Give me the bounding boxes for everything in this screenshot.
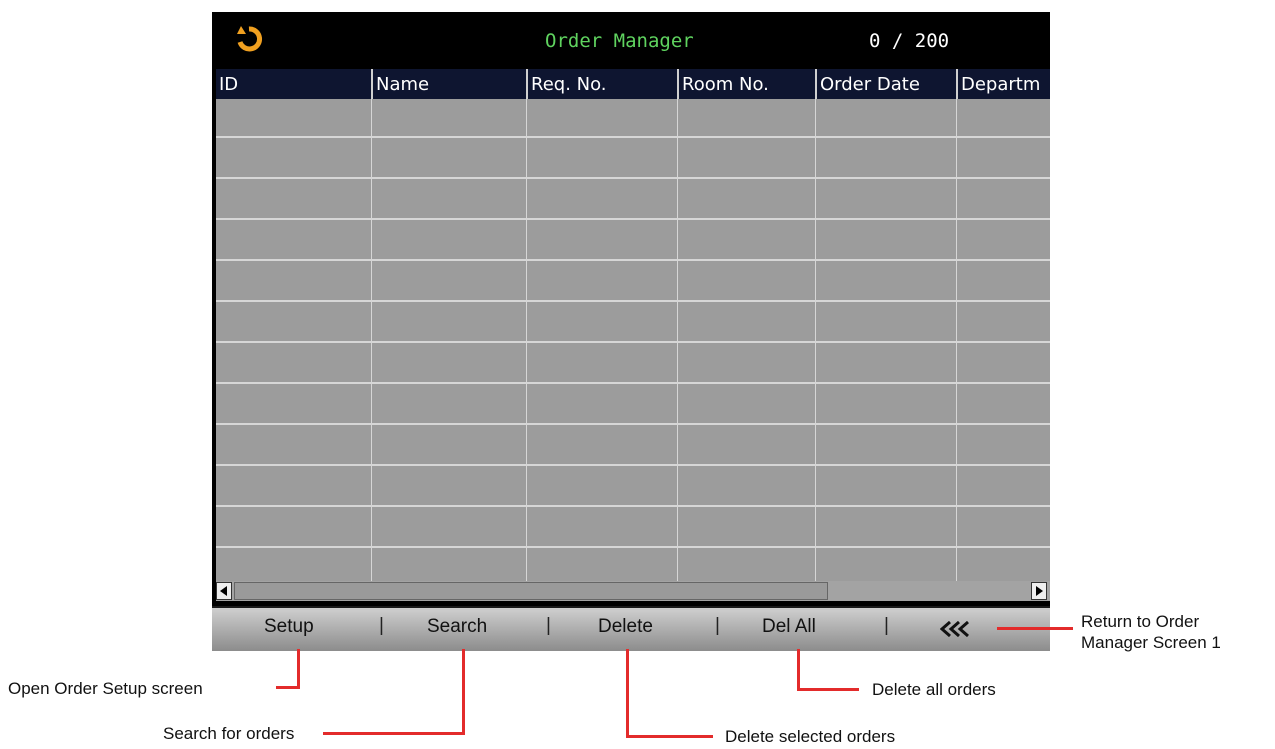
order-table[interactable]: ID Name Req. No. Room No. Order Date Dep… bbox=[216, 69, 1050, 581]
annotation-back-line1: Return to Order bbox=[1081, 612, 1200, 631]
column-divider bbox=[526, 99, 527, 581]
column-header-order-date[interactable]: Order Date bbox=[815, 69, 956, 99]
callout-line bbox=[297, 649, 300, 689]
annotation-back-line2: Manager Screen 1 bbox=[1081, 633, 1221, 652]
table-row[interactable] bbox=[216, 222, 1050, 261]
toolbar-separator: | bbox=[884, 615, 889, 636]
column-divider bbox=[371, 99, 372, 581]
callout-line bbox=[997, 627, 1073, 630]
callout-line bbox=[626, 735, 713, 738]
toolbar-separator: | bbox=[715, 615, 720, 636]
table-row[interactable] bbox=[216, 263, 1050, 302]
table-row[interactable] bbox=[216, 386, 1050, 425]
table-row[interactable] bbox=[216, 304, 1050, 343]
column-header-department[interactable]: Departm bbox=[956, 69, 1050, 99]
callout-line bbox=[276, 686, 300, 689]
search-button[interactable]: Search bbox=[427, 616, 487, 638]
callout-line bbox=[797, 688, 859, 691]
table-row[interactable] bbox=[216, 140, 1050, 179]
scroll-right-button[interactable] bbox=[1031, 582, 1047, 600]
toolbar-separator: | bbox=[546, 615, 551, 636]
scroll-left-button[interactable] bbox=[216, 582, 232, 600]
table-row[interactable] bbox=[216, 99, 1050, 138]
column-header-room-no[interactable]: Room No. bbox=[677, 69, 815, 99]
annotation-delete-all: Delete all orders bbox=[872, 680, 996, 699]
table-row[interactable] bbox=[216, 509, 1050, 548]
toolbar-separator: | bbox=[379, 615, 384, 636]
arrow-left-icon bbox=[220, 586, 227, 596]
delete-button[interactable]: Delete bbox=[598, 616, 653, 638]
column-divider bbox=[815, 99, 816, 581]
column-header-name[interactable]: Name bbox=[371, 69, 526, 99]
table-row[interactable] bbox=[216, 550, 1050, 581]
delete-all-button[interactable]: Del All bbox=[762, 616, 816, 638]
order-count: 0 / 200 bbox=[869, 30, 950, 52]
callout-line bbox=[462, 649, 465, 735]
scroll-thumb[interactable] bbox=[234, 582, 828, 600]
table-row[interactable] bbox=[216, 427, 1050, 466]
callout-line bbox=[323, 732, 465, 735]
column-header-req-no[interactable]: Req. No. bbox=[526, 69, 677, 99]
table-row[interactable] bbox=[216, 468, 1050, 507]
callout-line bbox=[797, 649, 800, 691]
title-bar: Order Manager 0 / 200 bbox=[212, 12, 1050, 68]
callout-line bbox=[626, 649, 629, 738]
setup-button[interactable]: Setup bbox=[264, 616, 314, 638]
table-row[interactable] bbox=[216, 345, 1050, 384]
annotation-search: Search for orders bbox=[163, 724, 295, 743]
return-arrow-icon[interactable] bbox=[234, 24, 264, 54]
back-chevrons-icon[interactable] bbox=[940, 621, 974, 637]
column-divider bbox=[677, 99, 678, 581]
table-header: ID Name Req. No. Room No. Order Date Dep… bbox=[216, 69, 1050, 99]
column-divider bbox=[956, 99, 957, 581]
device-screen: Order Manager 0 / 200 ID Name Req. No. R… bbox=[212, 12, 1050, 651]
arrow-right-icon bbox=[1036, 586, 1043, 596]
annotation-setup: Open Order Setup screen bbox=[8, 679, 203, 698]
bottom-toolbar: Setup | Search | Delete | Del All | bbox=[212, 606, 1050, 651]
screen-title: Order Manager bbox=[545, 30, 694, 52]
horizontal-scrollbar[interactable] bbox=[216, 581, 1050, 601]
column-header-id[interactable]: ID bbox=[216, 69, 371, 99]
annotation-delete: Delete selected orders bbox=[725, 727, 896, 746]
table-row[interactable] bbox=[216, 181, 1050, 220]
